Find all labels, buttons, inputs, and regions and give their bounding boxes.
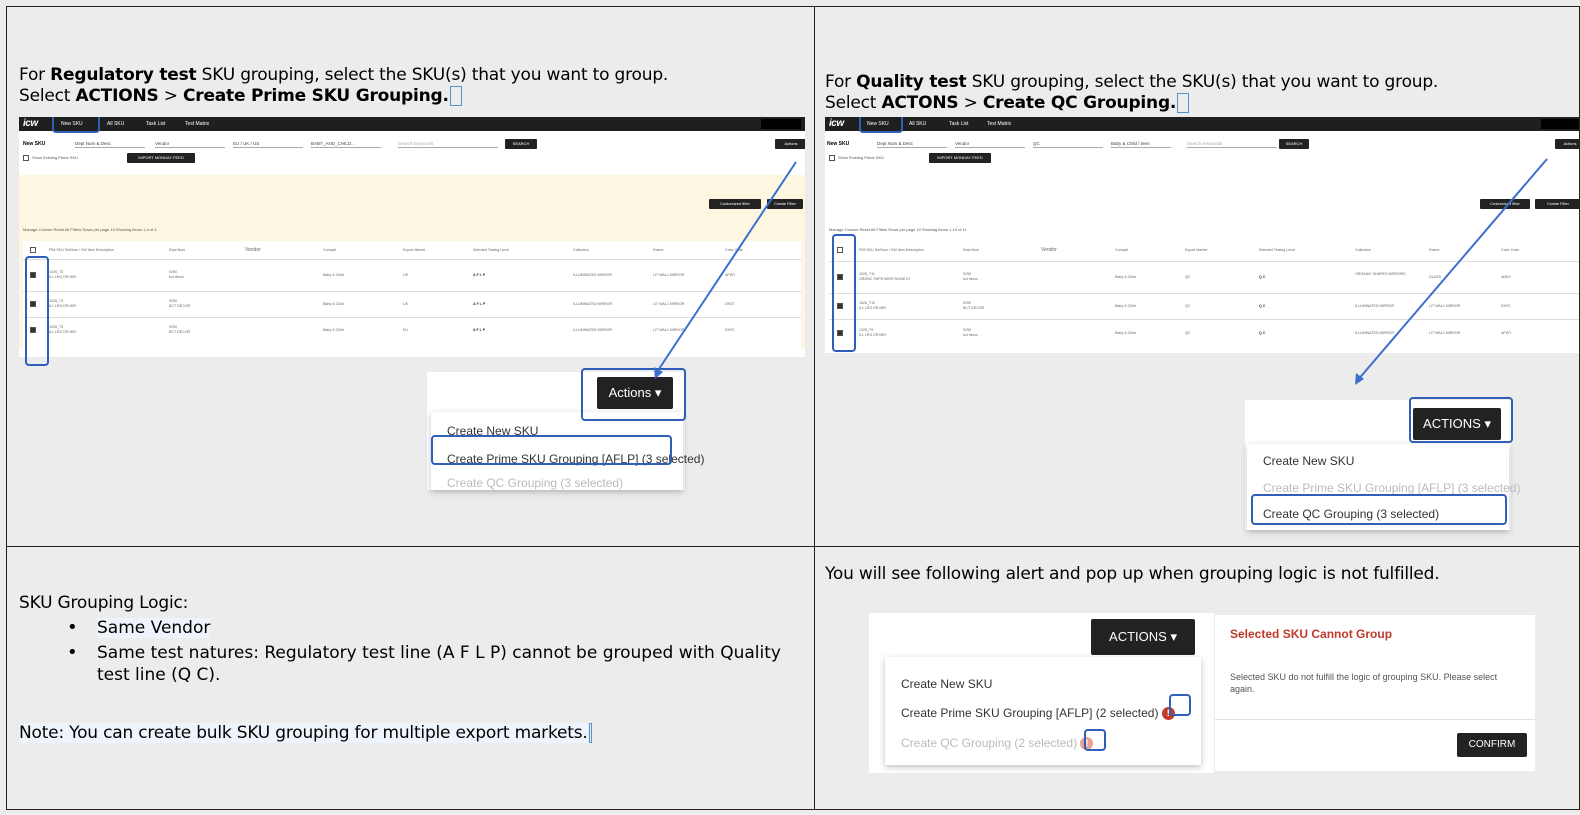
search-input[interactable]: Search Keywords [1187,139,1277,148]
menu-create-prime-grouping[interactable]: Create Prime SKU Grouping [AFLP] (2 sele… [901,706,1175,721]
market-filter[interactable]: EU / UK / US [233,139,303,148]
prime-grouping-highlight [431,435,672,465]
menu-create-prime-grouping: Create Prime SKU Grouping [AFLP] (3 sele… [1263,481,1521,495]
import-monday-feed-button[interactable]: IMPORT MONDAY FEED [127,153,195,163]
actions-dropdown-zoom: ACTIONS ▾ Create New SKU Create Prime SK… [869,613,1214,773]
vendor-filter[interactable]: Vendor [155,139,225,148]
icw-logo: icw [829,118,844,129]
logic-heading: SKU Grouping Logic: [19,593,189,613]
panel-regulatory: For Regulatory test SKU grouping, select… [6,6,815,547]
search-button[interactable]: SEARCH [505,139,537,149]
create-filter-button[interactable]: Create Filter [767,199,803,209]
concept-filter[interactable]: Baby & Child / teen [1111,139,1171,148]
nav-task-list[interactable]: Task List [146,121,165,127]
quality-instruction: For Quality test SKU grouping, select th… [825,72,1439,113]
logic-item: Same Vendor [67,617,787,639]
new-sku-highlight [52,117,100,133]
alert-intro: You will see following alert and pop up … [825,564,1440,584]
show-existing-checkbox[interactable]: Show Existing Prime SKU [829,155,884,161]
menu-create-qc-grouping: Create QC Grouping (3 selected) [447,476,624,490]
note-text: Note: You can create bulk SKU grouping f… [19,723,592,744]
create-filter-button[interactable]: Create Filter [1535,199,1579,209]
menu-create-new-sku[interactable]: Create New SKU [1263,454,1354,468]
icw-logo: icw [23,118,38,129]
table-row[interactable]: 1026_T3 ILL LRG DR MIR 0290 BCT DÉCOR Baby… [23,317,801,343]
nav-all-sku[interactable]: All SKU [107,121,124,127]
actions-button[interactable]: ACTIONS ▾ [1091,619,1195,655]
table-row[interactable]: 1026_T9 ILL LRG DR MIR 0290 bct décor Baby… [829,319,1579,347]
badge-highlight [1169,694,1191,716]
app-screenshot-quality: icw New SKU All SKU Task List Test Matri… [825,117,1579,353]
regulatory-instruction: For Regulatory test SKU grouping, select… [19,65,669,106]
dept-filter[interactable]: Dept Num & Desc [877,139,947,148]
table-row[interactable]: 1026_T11 ORGNC SHPD MIRR 30X48 V2 0290 bct… [829,261,1579,293]
menu-create-new-sku[interactable]: Create New SKU [901,677,992,691]
alert-dialog: Selected SKU Cannot Group Selected SKU d… [1215,615,1535,771]
top-nav-bar: icw New SKU All SKU Task List Test Matri… [825,117,1579,131]
panel-grouping-logic: SKU Grouping Logic: Same Vendor Same tes… [6,546,815,810]
alert-title: Selected SKU Cannot Group [1230,627,1393,641]
page-label: New SKU [23,141,46,147]
sku-table: PIM SKU Sn/Num / CW Item Description Dep… [23,241,801,351]
actions-button-mini[interactable]: Actions [1555,139,1579,149]
nav-test-matrix[interactable]: Test Matrix [185,121,209,127]
badge-highlight [1084,729,1106,751]
nav-task-list[interactable]: Task List [949,121,968,127]
alert-message: Selected SKU do not fulfill the logic of… [1230,672,1498,694]
logic-list: Same Vendor Same test natures: Regulator… [67,617,787,689]
qc-grouping-highlight [1251,494,1507,525]
page-label: New SKU [827,141,850,147]
table-toolbar: Manage Column Reset All Filters Rows per… [829,227,967,232]
app-screenshot-regulatory: icw New SKU All SKU Task List Test Matri… [19,117,805,357]
confirm-button[interactable]: CONFIRM [1457,733,1527,757]
concept-filter[interactable]: BABY_AND_CHILD... [311,139,381,148]
panel-alert: You will see following alert and pop up … [814,546,1580,810]
dept-filter[interactable]: Dept Num & Desc [75,139,145,148]
logic-item: Same test natures: Regulatory test line … [67,642,787,686]
table-row[interactable]: 1026_T3 ILL LRG DR MIR 0290 bct décor Baby… [23,259,801,291]
actions-button-highlight [1409,397,1513,443]
actions-menu: Create New SKU Create Prime SKU Grouping… [885,657,1201,765]
customized-filter-button[interactable]: Customized filter [709,199,761,209]
table-row[interactable]: 1026_T3 ILL LRG DR MIR 0290 BCT DÉCOR Baby… [23,291,801,317]
vendor-filter[interactable]: Vendor [955,139,1025,148]
table-row[interactable]: 1026_T10 ILL LRG DR MIR 0290 BCT DÉCOR Bab… [829,293,1579,319]
checkbox-column-highlight [25,256,49,366]
new-sku-highlight [859,117,903,133]
search-input[interactable]: Search Keywords [398,139,498,148]
qc-filter[interactable]: QC [1033,139,1103,148]
nav-all-sku[interactable]: All SKU [909,121,926,127]
search-button[interactable]: SEARCH [1279,139,1309,149]
checkbox-column-highlight [832,234,856,352]
panel-quality: For Quality test SKU grouping, select th… [814,6,1580,547]
actions-button-mini[interactable]: Actions [775,139,805,149]
actions-button-highlight [581,368,686,421]
sku-table: PIM SKU Sn/Num / CW Item Description Dep… [829,239,1579,353]
table-toolbar: Manage Column Reset All Filters Rows per… [23,227,157,232]
top-nav-bar: icw New SKU All SKU Task List Test Matri… [19,117,805,131]
import-monday-feed-button[interactable]: IMPORT MONDAY FEED [929,153,991,163]
show-existing-checkbox[interactable]: Show Existing Prime SKU [23,155,78,161]
menu-create-qc-grouping: Create QC Grouping (2 selected) ! [901,736,1094,751]
customized-filter-button[interactable]: Customized filter [1480,199,1530,209]
nav-test-matrix[interactable]: Test Matrix [987,121,1011,127]
